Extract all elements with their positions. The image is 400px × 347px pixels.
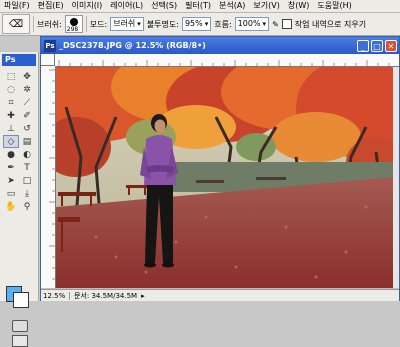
eyedropper-tool-icon[interactable]: ⤓ — [19, 187, 35, 200]
menu-view[interactable]: 보기(V) — [249, 0, 283, 12]
toolbox: Ps ⬚ ✥ ◌ ✲ ⌗ ⟋ ✚ ✐ ⊥ ↺ ◇ ▤ ● ◐ ✒ T ➤ □ ▭… — [0, 52, 39, 347]
brush-size: 298 — [66, 26, 79, 33]
eraser-tool-icon[interactable]: ◇ — [3, 135, 19, 148]
horizontal-ruler[interactable] — [55, 54, 399, 67]
erase-history-checkbox[interactable] — [281, 19, 292, 29]
stamp-tool-icon[interactable]: ⊥ — [3, 122, 19, 135]
separator — [33, 16, 34, 32]
airbrush-icon[interactable]: ✎ — [272, 20, 279, 29]
document-icon: Ps — [44, 39, 56, 52]
gradient-tool-icon[interactable]: ▤ — [19, 135, 35, 148]
marquee-tool-icon[interactable]: ⬚ — [3, 70, 19, 83]
brush-label: 브러쉬: — [37, 19, 62, 29]
brush-dot-icon — [69, 18, 78, 26]
tool-grid: ⬚ ✥ ◌ ✲ ⌗ ⟋ ✚ ✐ ⊥ ↺ ◇ ▤ ● ◐ ✒ T ➤ □ ▭ ⤓ … — [3, 70, 35, 213]
menu-filter[interactable]: 필터(T) — [181, 0, 215, 12]
menu-bar: 파일(F) 편집(E) 이미지(I) 레이어(L) 선택(S) 필터(T) 분석… — [0, 0, 400, 13]
close-button[interactable]: ✕ — [385, 39, 397, 52]
document-size: 문서: 34.5M/34.5M — [74, 291, 138, 300]
opacity-label: 불투명도: — [146, 19, 179, 29]
path-selection-tool-icon[interactable]: ➤ — [3, 174, 19, 187]
mode-select[interactable]: 브러쉬 — [110, 17, 144, 31]
mode-label: 모드: — [89, 19, 108, 29]
vertical-ruler-ticks — [49, 69, 55, 280]
options-bar: ⌫ 브러쉬: 298 모드: 브러쉬 불투명도: 95% 흐름: 100% ✎ … — [0, 13, 400, 36]
vertical-ruler[interactable] — [41, 66, 56, 288]
flow-input[interactable]: 100% — [234, 17, 270, 31]
autumn-photo — [56, 67, 393, 288]
document-window: Ps _DSC2378.JPG @ 12.5% (RGB/8•) _ □ ✕ 1… — [40, 36, 400, 301]
horizontal-ruler-ticks — [58, 60, 390, 66]
screen-mode-icon[interactable] — [12, 335, 28, 347]
healing-brush-tool-icon[interactable]: ✚ — [3, 109, 19, 122]
image-canvas[interactable] — [56, 67, 393, 288]
status-menu-arrow-icon[interactable]: ▸ — [141, 292, 145, 300]
menu-edit[interactable]: 편집(E) — [34, 0, 68, 12]
blur-tool-icon[interactable]: ● — [3, 148, 19, 161]
slice-tool-icon[interactable]: ⟋ — [19, 96, 35, 109]
background-color-swatch[interactable] — [13, 292, 29, 308]
menu-help[interactable]: 도움말(H) — [313, 0, 355, 12]
quick-mask-icon[interactable] — [12, 320, 28, 332]
history-brush-tool-icon[interactable]: ↺ — [19, 122, 35, 135]
type-tool-icon[interactable]: T — [19, 161, 35, 174]
photoshop-logo: Ps — [2, 54, 36, 66]
minimize-button[interactable]: _ — [357, 39, 369, 52]
menu-layer[interactable]: 레이어(L) — [106, 0, 147, 12]
separator — [85, 16, 87, 32]
menu-file[interactable]: 파일(F) — [0, 0, 34, 12]
lasso-tool-icon[interactable]: ◌ — [3, 83, 19, 96]
dodge-tool-icon[interactable]: ◐ — [19, 148, 35, 161]
document-title: _DSC2378.JPG @ 12.5% (RGB/8•) — [59, 41, 206, 50]
status-bar: 12.5% 문서: 34.5M/34.5M ▸ — [41, 289, 399, 301]
magic-wand-tool-icon[interactable]: ✲ — [19, 83, 35, 96]
vertical-scrollbar[interactable] — [393, 67, 399, 288]
opacity-input[interactable]: 95% — [181, 17, 212, 31]
document-titlebar[interactable]: Ps _DSC2378.JPG @ 12.5% (RGB/8•) _ □ ✕ — [41, 37, 399, 54]
zoom-tool-icon[interactable]: ⚲ — [19, 200, 35, 213]
ruler-corner[interactable] — [41, 54, 55, 66]
erase-history-label: 작업 내역으로 지우기 — [294, 19, 367, 29]
shape-tool-icon[interactable]: □ — [19, 174, 35, 187]
zoom-level[interactable]: 12.5% — [41, 291, 70, 300]
menu-image[interactable]: 이미지(I) — [68, 0, 107, 12]
brush-picker[interactable]: 298 — [64, 15, 83, 33]
eraser-preset-icon[interactable]: ⌫ — [2, 14, 30, 34]
crop-tool-icon[interactable]: ⌗ — [3, 96, 19, 109]
move-tool-icon[interactable]: ✥ — [19, 70, 35, 83]
menu-select[interactable]: 선택(S) — [147, 0, 181, 12]
maximize-button[interactable]: □ — [371, 39, 383, 52]
menu-window[interactable]: 창(W) — [284, 0, 314, 12]
brush-tool-icon[interactable]: ✐ — [19, 109, 35, 122]
pen-tool-icon[interactable]: ✒ — [3, 161, 19, 174]
hand-tool-icon[interactable]: ✋ — [3, 200, 19, 213]
notes-tool-icon[interactable]: ▭ — [3, 187, 19, 200]
flow-label: 흐름: — [214, 19, 232, 29]
menu-analysis[interactable]: 분석(A) — [215, 0, 249, 12]
